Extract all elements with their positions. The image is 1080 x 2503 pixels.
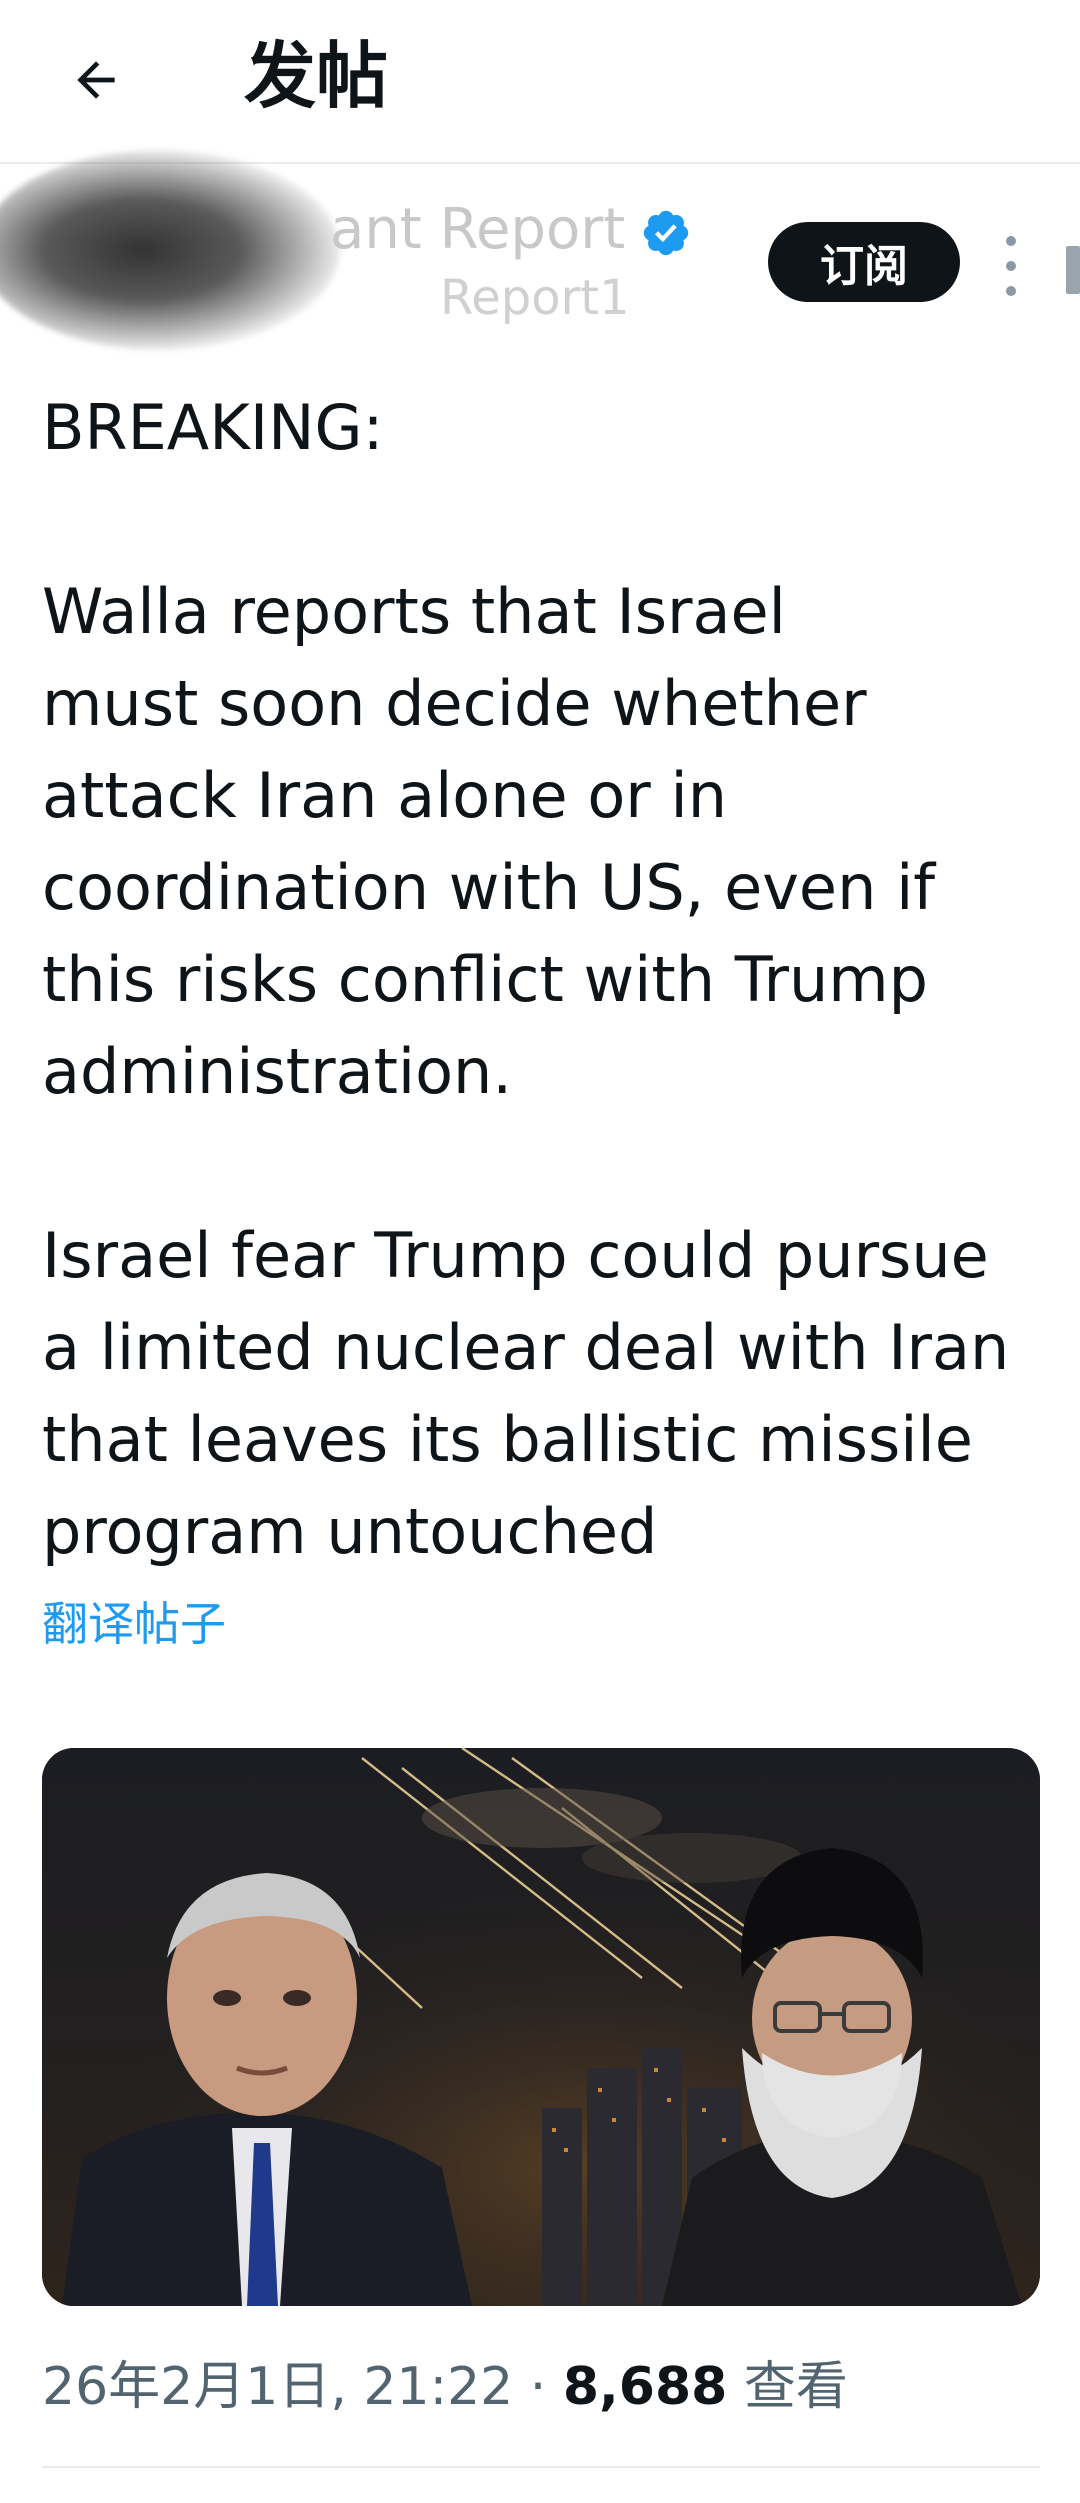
- translate-post-link[interactable]: 翻译帖子: [42, 1596, 226, 1652]
- views-count: 8,688: [562, 2357, 728, 2417]
- author-name[interactable]: ant Report: [330, 198, 625, 262]
- tweet-heading: BREAKING:: [42, 391, 384, 464]
- back-button[interactable]: [56, 40, 136, 120]
- verified-badge-icon: [643, 210, 689, 256]
- avatar[interactable]: [0, 150, 340, 350]
- page-title: 发帖: [244, 34, 389, 118]
- subscribe-button[interactable]: 订阅: [768, 222, 960, 302]
- more-options-button[interactable]: [996, 236, 1026, 296]
- top-bar: 发帖: [0, 0, 1080, 164]
- tweet-paragraph: Israel fear Trump could pursue a limited…: [42, 1219, 1010, 1568]
- more-vertical-icon: [1006, 236, 1016, 246]
- views-label: 查看: [727, 2357, 848, 2417]
- tweet-text: BREAKING: Walla reports that Israel must…: [42, 382, 1052, 1578]
- author-handle[interactable]: Report1: [440, 270, 630, 326]
- tweet-paragraph: Walla reports that Israel must soon deci…: [42, 575, 936, 1108]
- post-timestamp[interactable]: 26年2月1日, 21:22: [42, 2357, 513, 2417]
- tweet-image[interactable]: [42, 1748, 1040, 2306]
- scrollbar[interactable]: [1066, 246, 1080, 294]
- divider: [42, 2466, 1040, 2468]
- arrow-left-icon: [77, 61, 115, 99]
- post-meta: 26年2月1日, 21:22 · 8,688 查看: [42, 2352, 848, 2422]
- meta-separator: ·: [513, 2357, 563, 2417]
- tweet-photo: [42, 1748, 1040, 2306]
